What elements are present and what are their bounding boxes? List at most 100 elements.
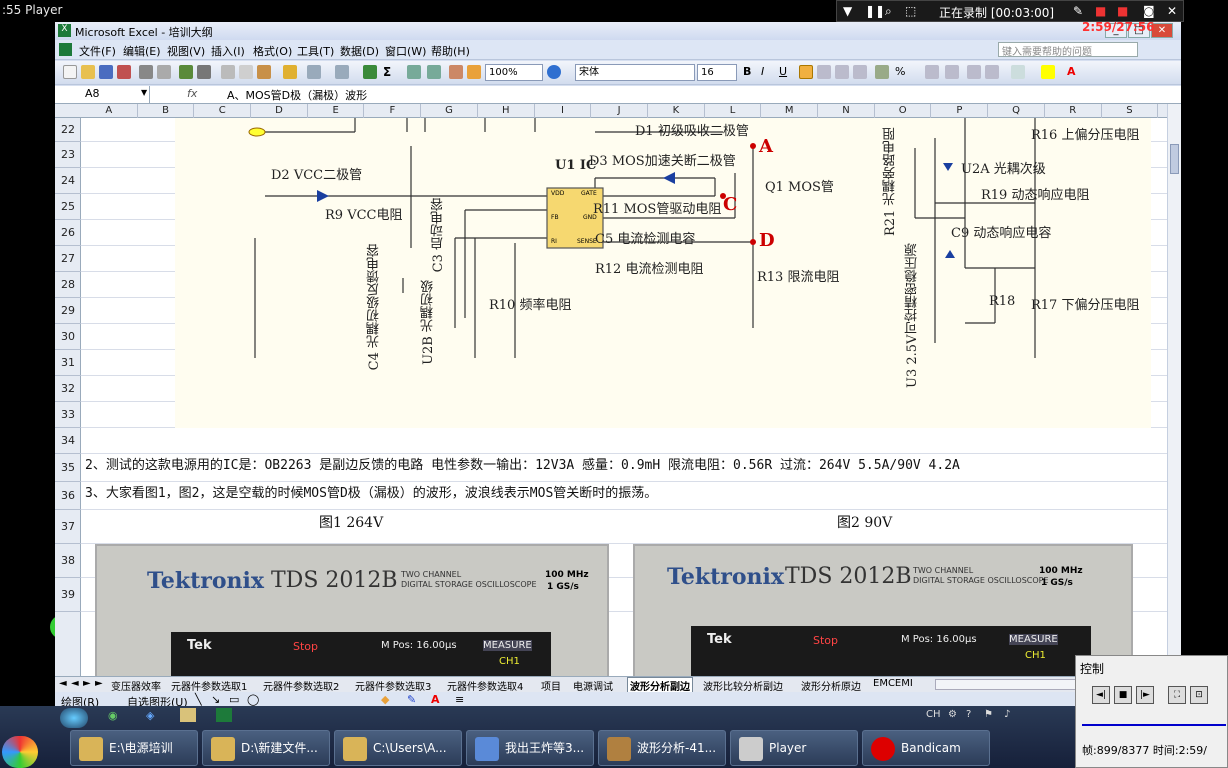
pen-icon[interactable]: ✎ [1073, 4, 1083, 18]
tab-sheet-11[interactable]: EMCEMI [873, 678, 913, 689]
chart-wizard-icon[interactable] [449, 65, 463, 79]
close-icon[interactable]: ✕ [1167, 4, 1177, 18]
align-left-icon[interactable] [799, 65, 813, 79]
quicklaunch-ie-icon[interactable]: ◉ [108, 709, 118, 722]
column-header[interactable]: R [1045, 104, 1102, 118]
tab-sheet-5[interactable]: 元器件参数选取4 [447, 678, 523, 693]
bold-button[interactable]: B [743, 65, 751, 78]
open-icon[interactable] [81, 65, 95, 79]
pause-icon[interactable]: ❚❚ [865, 4, 885, 18]
column-header[interactable]: F [365, 104, 422, 118]
oval-tool-icon[interactable]: ◯ [247, 693, 259, 706]
paste-icon[interactable] [257, 65, 271, 79]
name-box[interactable]: A8 [55, 86, 150, 103]
menu-icon[interactable]: ▼ [843, 4, 852, 18]
column-header[interactable]: L [705, 104, 762, 118]
column-header[interactable]: O [875, 104, 932, 118]
formula-content[interactable]: A、MOS管D极（漏极）波形 [227, 87, 367, 103]
row-header[interactable]: 31 [55, 350, 81, 376]
record-icon[interactable]: ■ [1117, 4, 1128, 18]
arrow-tool-icon[interactable]: ↘ [211, 693, 220, 706]
worksheet-grid[interactable]: D1 初级吸收二极管 D3 MOS加速关断二极管 D2 VCC二极管 U1 IC… [81, 118, 1167, 676]
row-header[interactable]: 35 [55, 454, 81, 482]
insert-function-button[interactable]: fx [187, 87, 197, 100]
task-player[interactable]: Player [730, 730, 858, 766]
menu-edit[interactable]: 编辑(E) [123, 43, 161, 59]
column-header[interactable]: H [478, 104, 535, 118]
sort-asc-icon[interactable] [407, 65, 421, 79]
tab-nav-first-icon[interactable]: ◄ [59, 678, 67, 689]
tab-sheet-6[interactable]: 项目 [541, 678, 561, 693]
redo-icon[interactable] [335, 65, 349, 79]
column-header[interactable]: I [535, 104, 592, 118]
row-header[interactable]: 25 [55, 194, 81, 220]
row-header[interactable]: 22 [55, 118, 81, 142]
task-chat[interactable]: 我出王炸等3... [466, 730, 594, 766]
search-icon[interactable]: ⌕ [885, 4, 892, 19]
namebox-dropdown-icon[interactable]: ▼ [141, 88, 147, 97]
row-header[interactable]: 26 [55, 220, 81, 246]
column-header[interactable]: M [761, 104, 819, 118]
column-header[interactable]: D [251, 104, 308, 118]
cell-a34[interactable]: 2、测试的这款电源用的IC是：OB2263 是副边反馈的电路 电性参数一输出：1… [85, 454, 960, 473]
help-search-input[interactable]: 键入需要帮助的问题 [998, 42, 1138, 58]
tray-volume-icon[interactable]: ♪ [1004, 709, 1010, 720]
new-icon[interactable] [63, 65, 77, 79]
row-header[interactable]: 23 [55, 142, 81, 168]
permission-icon[interactable] [117, 65, 131, 79]
tab-sheet-2[interactable]: 元器件参数选取1 [171, 678, 247, 693]
tab-sheet-10[interactable]: 波形分析原边 [801, 678, 861, 693]
row-header[interactable]: 33 [55, 402, 81, 428]
sort-desc-icon[interactable] [427, 65, 441, 79]
task-users[interactable]: C:\Users\A... [334, 730, 462, 766]
column-header[interactable]: C [194, 104, 252, 118]
tab-nav-last-icon[interactable]: ► [95, 678, 103, 689]
task-waveform[interactable]: 波形分析-41... [598, 730, 726, 766]
cell-a35[interactable]: 3、大家看图1，图2，这是空载的时候MOS管D极（漏极）的波形，波浪线表示MOS… [85, 482, 657, 501]
column-header[interactable]: E [308, 104, 365, 118]
print-icon[interactable] [139, 65, 153, 79]
camera-icon[interactable]: ◙ [1143, 4, 1155, 18]
row-header[interactable]: 36 [55, 482, 81, 510]
help-icon[interactable] [547, 65, 561, 79]
start-button[interactable] [2, 736, 38, 768]
fit-button[interactable]: ⊡ [1190, 686, 1208, 704]
row-header[interactable]: 38 [55, 544, 81, 578]
row-header[interactable]: 39 [55, 578, 81, 612]
region-icon[interactable]: ⬚ [905, 4, 916, 18]
task-d-drive[interactable]: D:\新建文件... [202, 730, 330, 766]
column-header[interactable]: B [138, 104, 195, 118]
row-header[interactable]: 32 [55, 376, 81, 402]
line-color-icon[interactable]: ✎ [407, 693, 416, 706]
line-tool-icon[interactable]: ╲ [195, 693, 202, 706]
row-header[interactable]: 28 [55, 272, 81, 298]
fullscreen-button[interactable]: ⛶ [1168, 686, 1186, 704]
currency-icon[interactable] [875, 65, 889, 79]
column-header[interactable]: Q [988, 104, 1045, 118]
tray-network-icon[interactable]: ⚑ [984, 709, 993, 720]
drawing-icon[interactable] [467, 65, 481, 79]
quicklaunch-excel-icon[interactable] [216, 708, 232, 722]
tab-sheet-9[interactable]: 波形比较分析副边 [703, 678, 783, 693]
task-bandicam[interactable]: Bandicam [862, 730, 990, 766]
menu-format[interactable]: 格式(O) [253, 43, 292, 59]
rectangle-tool-icon[interactable]: ▭ [229, 693, 239, 706]
column-header[interactable]: P [932, 104, 989, 118]
tray-ime-icon[interactable]: CH [926, 709, 941, 720]
menu-insert[interactable]: 插入(I) [211, 43, 245, 59]
column-header[interactable]: K [648, 104, 705, 118]
fill-tool-icon[interactable]: ◆ [381, 693, 389, 706]
workbook-icon[interactable] [59, 43, 72, 56]
row-header[interactable]: 34 [55, 428, 81, 454]
format-painter-icon[interactable] [283, 65, 297, 79]
row-header[interactable]: 29 [55, 298, 81, 324]
tab-sheet-4[interactable]: 元器件参数选取3 [355, 678, 431, 693]
font-color-icon[interactable]: A [1067, 65, 1081, 79]
row-header[interactable]: 37 [55, 510, 81, 544]
tray-settings-icon[interactable]: ⚙ [948, 709, 957, 720]
scroll-thumb[interactable] [1170, 144, 1179, 174]
increase-decimal-icon[interactable] [925, 65, 939, 79]
tab-nav-next-icon[interactable]: ► [83, 678, 91, 689]
preview-icon[interactable] [157, 65, 171, 79]
copy-icon[interactable] [239, 65, 253, 79]
